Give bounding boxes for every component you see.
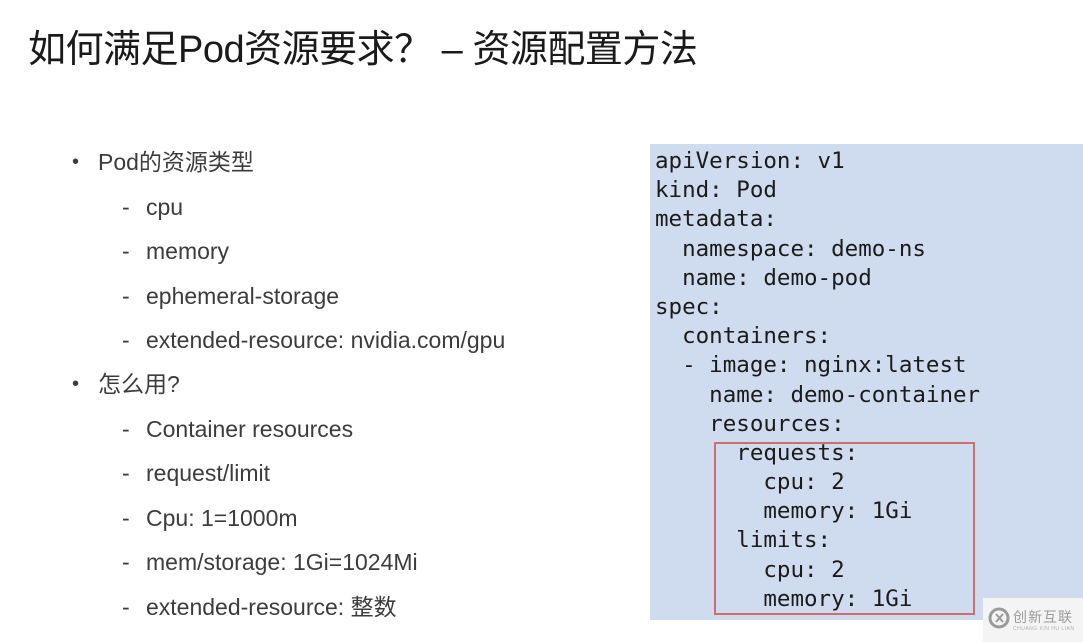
sub-item: - memory (72, 235, 632, 267)
sub-item-label: Cpu: 1=1000m (146, 504, 298, 531)
sub-item-label: ephemeral-storage (146, 282, 340, 309)
bullet-item: • Pod的资源类型 (72, 146, 632, 178)
code-line: spec: (655, 293, 723, 320)
brand-logo-icon (988, 607, 1010, 629)
watermark-subtext: CHUANG XIN HU LIAN (1013, 626, 1075, 632)
resources-highlight-box (714, 442, 975, 615)
bullet-group-usage: • 怎么用? - Container resources - request/lim… (72, 368, 632, 623)
dash-icon: - (122, 238, 130, 264)
code-line: kind: Pod (655, 177, 777, 204)
sub-item: - extended-resource: 整数 (72, 591, 632, 623)
bullet-dot-icon: • (72, 151, 80, 173)
sub-item-label: mem/storage: 1Gi=1024Mi (146, 549, 418, 575)
watermark-text: 创新互联 (1013, 609, 1073, 625)
dash-icon: - (122, 504, 130, 531)
dash-icon: - (122, 549, 130, 575)
code-line: namespace: demo-ns (655, 235, 926, 262)
dash-icon: - (122, 593, 130, 620)
bullet-dot-icon: • (72, 373, 80, 395)
dash-icon: - (122, 460, 130, 486)
sub-item-label: request/limit (146, 460, 270, 486)
dash-icon: - (122, 193, 130, 220)
bullet-label: 怎么用? (98, 371, 180, 397)
dash-icon: - (122, 282, 130, 309)
code-line: resources: (655, 410, 845, 437)
code-line: containers: (655, 323, 832, 350)
bullet-label: Pod的资源类型 (98, 149, 254, 175)
bullet-item: • 怎么用? (72, 368, 632, 400)
code-line: metadata: (655, 206, 777, 233)
sub-item-label: memory (146, 238, 230, 264)
sub-item: - Container resources (72, 413, 632, 445)
sub-item: - ephemeral-storage (72, 280, 632, 312)
code-line: name: demo-pod (655, 264, 872, 291)
code-line: apiVersion: v1 (655, 148, 845, 174)
code-line: name: demo-container (655, 381, 981, 408)
dash-icon: - (122, 327, 130, 353)
code-line: - image: nginx:latest (655, 352, 967, 379)
sub-item: - request/limit (72, 457, 632, 489)
yaml-code-panel: apiVersion: v1 kind: Pod metadata: namespa… (650, 144, 1083, 620)
sub-item-label: extended-resource: nvidia.com/gpu (146, 327, 506, 353)
sub-item: - mem/storage: 1Gi=1024Mi (72, 546, 632, 578)
bullet-group-resource-types: • Pod的资源类型 - cpu - memory - ephemeral-stora… (72, 146, 632, 356)
dash-icon: - (122, 415, 130, 442)
slide-title: 如何满足Pod资源要求？ – 资源配置方法 (28, 29, 698, 71)
sub-item: - extended-resource: nvidia.com/gpu (72, 324, 632, 356)
sub-item-label: cpu (146, 193, 184, 220)
sub-item: - Cpu: 1=1000m (72, 502, 632, 534)
bullet-list: • Pod的资源类型 - cpu - memory - ephemeral-stora… (72, 146, 632, 623)
sub-item: - cpu (72, 191, 632, 223)
sub-item-label: extended-resource: 整数 (146, 593, 397, 620)
watermark: 创新互联 CHUANG XIN HU LIAN (983, 598, 1083, 642)
sub-item-label: Container resources (146, 415, 354, 442)
